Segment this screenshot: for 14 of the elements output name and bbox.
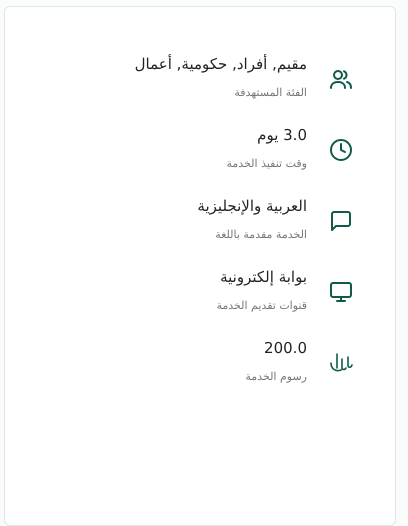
- people-icon: [329, 67, 353, 91]
- detail-value: 200.0: [264, 338, 307, 359]
- detail-label: الفئة المستهدفة: [234, 85, 307, 101]
- detail-value: مقيم, أفراد, حكومية, أعمال: [134, 53, 307, 75]
- detail-label: رسوم الخدمة: [245, 369, 307, 385]
- monitor-icon: [329, 280, 353, 304]
- chat-icon: [329, 209, 353, 233]
- detail-value: العربية والإنجليزية: [197, 196, 307, 217]
- detail-value: 3.0 يوم: [257, 125, 307, 146]
- detail-value: بوابة إلكترونية: [220, 267, 307, 288]
- clock-icon: [329, 138, 353, 162]
- detail-label: الخدمة مقدمة باللغة: [215, 227, 307, 243]
- detail-label: قنوات تقديم الخدمة: [216, 298, 307, 314]
- detail-label: وقت تنفيذ الخدمة: [226, 156, 307, 172]
